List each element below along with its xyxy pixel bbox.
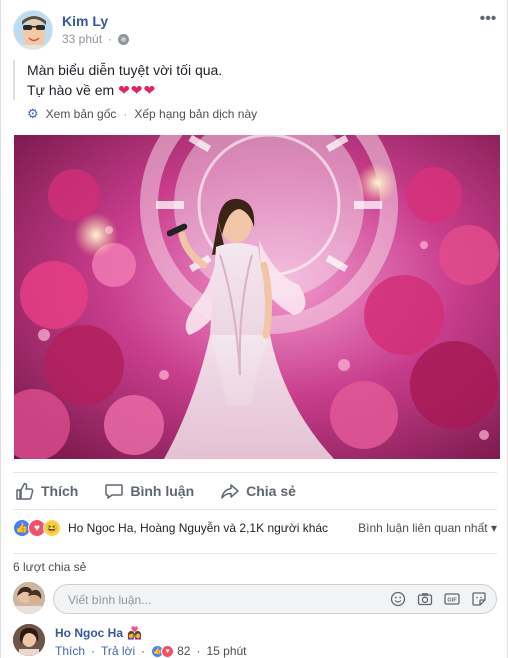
- more-options-icon[interactable]: •••: [479, 10, 497, 28]
- comment-input[interactable]: [66, 592, 370, 608]
- commenter-name[interactable]: Ho Ngoc Ha: [55, 626, 123, 640]
- comment-sort-dropdown[interactable]: Bình luận liên quan nhất ▾: [358, 521, 497, 535]
- author-avatar[interactable]: [13, 10, 53, 50]
- comment-bubble-icon: [105, 484, 124, 499]
- gear-icon[interactable]: ⚙: [27, 106, 39, 122]
- share-button[interactable]: Chia sẻ: [218, 481, 296, 501]
- share-count[interactable]: 6 lượt chia sẻ: [13, 553, 497, 579]
- love-reaction-icon: ♥: [161, 644, 175, 658]
- see-original-link[interactable]: Xem bản gốc: [46, 107, 117, 121]
- share-arrow-icon: [221, 484, 239, 499]
- composer-icons: GIF: [389, 590, 488, 608]
- hearts-emoji: ❤❤❤: [118, 82, 157, 98]
- comment-time[interactable]: 15 phút: [206, 644, 246, 658]
- caption-line-2: Tự hào về em: [27, 82, 115, 98]
- couple-emoji: 👩‍❤️‍👩: [127, 626, 142, 640]
- camera-icon[interactable]: [416, 590, 434, 608]
- comment-reply-link[interactable]: Trả lời: [101, 644, 135, 658]
- gif-icon[interactable]: GIF: [443, 590, 461, 608]
- caret-down-icon: ▾: [490, 521, 497, 535]
- sticker-icon[interactable]: [470, 590, 488, 608]
- caption-line-1: Màn biểu diễn tuyệt vời tối qua.: [27, 62, 223, 78]
- comment-item: Ho Ngoc Ha 👩‍❤️‍👩 Thích · Trả lời · 👍 ♥ …: [13, 622, 497, 658]
- globe-icon[interactable]: [118, 33, 130, 45]
- comment-button[interactable]: Bình luận: [102, 481, 194, 501]
- viewer-avatar: [13, 582, 45, 614]
- share-label: Chia sẻ: [246, 483, 296, 499]
- comment-sort-label: Bình luận liên quan nhất: [358, 521, 488, 535]
- reactions-text[interactable]: Ho Ngoc Ha, Hoàng Nguyễn và 2,1K người k…: [68, 521, 328, 535]
- commenter-avatar[interactable]: [13, 624, 45, 656]
- post-meta: 33 phút ·: [62, 32, 130, 46]
- thumbs-up-icon: [16, 482, 34, 500]
- haha-reaction-icon: 😆: [43, 519, 61, 537]
- like-button[interactable]: Thích: [13, 481, 78, 501]
- rate-translation-link[interactable]: Xếp hạng bản dịch này: [134, 107, 257, 121]
- commenter-name-row: Ho Ngoc Ha 👩‍❤️‍👩: [55, 626, 142, 640]
- post-header: Kim Ly 33 phút · •••: [13, 10, 497, 50]
- comment-composer: GIF: [13, 580, 497, 618]
- post-action-bar: Thích Bình luận Chia sẻ: [13, 472, 497, 510]
- comment-input-box[interactable]: GIF: [53, 584, 497, 614]
- post-caption: Màn biểu diễn tuyệt vời tối qua. Tự hào …: [13, 60, 483, 100]
- post-photo[interactable]: [14, 135, 500, 459]
- comment-label: Bình luận: [130, 483, 195, 499]
- comment-like-link[interactable]: Thích: [55, 644, 85, 658]
- facebook-post: Kim Ly 33 phút · ••• Màn biểu diễn tuyệt…: [0, 0, 508, 658]
- svg-text:GIF: GIF: [447, 598, 457, 604]
- comment-reaction-count[interactable]: 82: [177, 644, 190, 658]
- comment-reactions[interactable]: 👍 ♥: [151, 644, 175, 658]
- comment-actions: Thích · Trả lời · 👍 ♥ 82 · 15 phút: [55, 644, 247, 658]
- reactions-summary: 👍 ♥ 😆 Ho Ngoc Ha, Hoàng Nguyễn và 2,1K n…: [13, 514, 497, 542]
- emoji-icon[interactable]: [389, 590, 407, 608]
- author-name[interactable]: Kim Ly: [62, 13, 108, 29]
- like-label: Thích: [41, 483, 79, 499]
- translation-bar: ⚙ Xem bản gốc · Xếp hạng bản dịch này: [27, 106, 258, 122]
- post-time[interactable]: 33 phút: [62, 32, 102, 46]
- reaction-icons[interactable]: 👍 ♥ 😆: [13, 519, 61, 537]
